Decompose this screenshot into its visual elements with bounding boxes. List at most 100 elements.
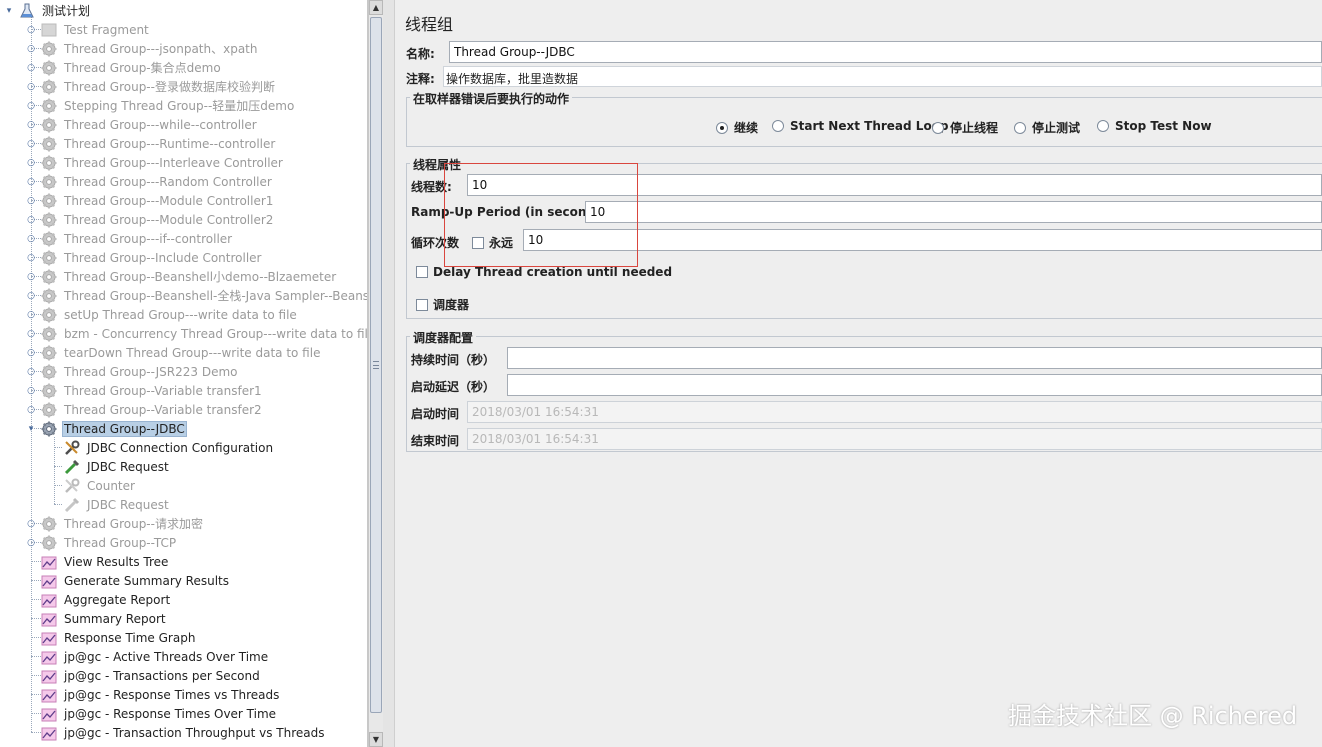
- expand-handle-icon[interactable]: ○: [26, 215, 36, 225]
- threads-input[interactable]: [467, 174, 1322, 196]
- flask-icon: [18, 2, 36, 20]
- comment-text[interactable]: 操作数据库，批里造数据: [446, 70, 578, 87]
- expand-handle-icon[interactable]: ○: [26, 139, 36, 149]
- collapse-handle-icon[interactable]: ▾: [26, 424, 36, 434]
- tree-node[interactable]: JDBC Request: [49, 495, 171, 514]
- expand-handle-icon[interactable]: ○: [26, 348, 36, 358]
- tree-node[interactable]: jp@gc - Transaction Throughput vs Thread…: [26, 723, 326, 742]
- tree-node[interactable]: ○ Thread Group---Random Controller: [26, 172, 274, 191]
- expand-handle-icon[interactable]: ○: [26, 386, 36, 396]
- expand-handle-icon[interactable]: ○: [26, 82, 36, 92]
- expand-handle-icon[interactable]: ○: [26, 329, 36, 339]
- expand-handle-icon[interactable]: ○: [26, 25, 36, 35]
- tree-node-label: Summary Report: [64, 611, 166, 626]
- tree-node[interactable]: ○ Thread Group--登录做数据库校验判断: [26, 77, 277, 96]
- tree-node[interactable]: ○ Thread Group--Beanshell-全栈-Java Sampler…: [26, 286, 367, 305]
- scheduler-checkbox[interactable]: 调度器: [416, 296, 469, 313]
- tree-node[interactable]: ○ Thread Group--Variable transfer2: [26, 400, 264, 419]
- expand-handle-icon[interactable]: ○: [26, 177, 36, 187]
- tree-node[interactable]: ○ Thread Group--请求加密: [26, 514, 205, 533]
- scroll-up-icon[interactable]: ▲: [369, 0, 383, 15]
- name-label: 名称:: [406, 47, 435, 61]
- expand-handle-icon[interactable]: ○: [26, 63, 36, 73]
- expand-handle-icon[interactable]: ○: [26, 44, 36, 54]
- tree-node[interactable]: jp@gc - Response Times vs Threads: [26, 685, 281, 704]
- startup-delay-input[interactable]: [507, 374, 1322, 396]
- tree-node-label: Response Time Graph: [64, 630, 196, 645]
- radio-continue[interactable]: 继续: [716, 119, 758, 136]
- expand-handle-icon[interactable]: ○: [26, 253, 36, 263]
- expand-handle-icon[interactable]: ○: [26, 158, 36, 168]
- expand-handle-icon[interactable]: ○: [26, 538, 36, 548]
- expand-handle-icon[interactable]: ○: [26, 310, 36, 320]
- tree-node[interactable]: jp@gc - Active Threads Over Time: [26, 647, 270, 666]
- tree-root[interactable]: ▾ 测试计划: [4, 1, 92, 20]
- loop-count-input[interactable]: [523, 229, 1322, 251]
- forever-checkbox[interactable]: 永远: [472, 234, 513, 251]
- expand-handle-icon[interactable]: ○: [26, 196, 36, 206]
- tree-node[interactable]: JDBC Connection Configuration: [49, 438, 275, 457]
- expand-handle-icon[interactable]: ○: [26, 405, 36, 415]
- tree-node[interactable]: ○ Thread Group--TCP: [26, 533, 178, 552]
- tree-node[interactable]: jp@gc - Transactions per Second: [26, 666, 262, 685]
- gear-icon: [40, 344, 58, 362]
- radio-dot-icon: [1097, 120, 1109, 132]
- tree-node[interactable]: Response Time Graph: [26, 628, 197, 647]
- tree-node[interactable]: ○ Thread Group-集合点demo: [26, 58, 223, 77]
- tree-node[interactable]: ○ Thread Group---Runtime--controller: [26, 134, 277, 153]
- collapse-handle-icon[interactable]: ▾: [4, 6, 14, 16]
- name-input[interactable]: [449, 41, 1322, 63]
- end-time-input[interactable]: [467, 428, 1322, 450]
- tree-node[interactable]: ○ tearDown Thread Group---write data to f…: [26, 343, 322, 362]
- test-plan-tree[interactable]: ▾ 测试计划 ○ Test Fragment ○ Thread Group---jso…: [0, 0, 368, 747]
- tree-node[interactable]: ○ Thread Group---Module Controller2: [26, 210, 275, 229]
- tree-node[interactable]: jp@gc - Response Times Over Time: [26, 704, 278, 723]
- tree-node[interactable]: ○ Thread Group--Include Controller: [26, 248, 264, 267]
- tree-node[interactable]: ○ Thread Group---Module Controller1: [26, 191, 275, 210]
- expand-handle-icon[interactable]: ○: [26, 519, 36, 529]
- radio-stop-test[interactable]: 停止测试: [1014, 119, 1080, 136]
- start-time-input[interactable]: [467, 401, 1322, 423]
- tree-node[interactable]: ○ Thread Group---if--controller: [26, 229, 234, 248]
- tree-node[interactable]: ○ Thread Group---jsonpath、xpath: [26, 39, 260, 58]
- graph-icon: [40, 667, 58, 685]
- tree-node[interactable]: ○ setUp Thread Group---write data to file: [26, 305, 299, 324]
- expand-handle-icon[interactable]: ○: [26, 272, 36, 282]
- delay-thread-checkbox[interactable]: Delay Thread creation until needed: [416, 265, 672, 279]
- tree-node[interactable]: ○ Thread Group--Beanshell小demo--Blzaemete…: [26, 267, 338, 286]
- radio-stop-test-now[interactable]: Stop Test Now: [1097, 119, 1212, 133]
- expand-handle-icon[interactable]: ○: [26, 120, 36, 130]
- tree-node[interactable]: Summary Report: [26, 609, 168, 628]
- tree-node[interactable]: View Results Tree: [26, 552, 170, 571]
- expand-handle-icon[interactable]: ○: [26, 367, 36, 377]
- tree-node-label: Thread Group---Module Controller2: [64, 212, 274, 227]
- tree-node[interactable]: Aggregate Report: [26, 590, 172, 609]
- graph-icon: [40, 591, 58, 609]
- duration-input[interactable]: [507, 347, 1322, 369]
- tree-node[interactable]: ○ Thread Group---Interleave Controller: [26, 153, 285, 172]
- radio-start-next-loop[interactable]: Start Next Thread Loop: [772, 119, 949, 133]
- radio-dot-icon: [1014, 121, 1026, 134]
- scroll-down-icon[interactable]: ▼: [369, 732, 383, 747]
- tree-node[interactable]: Counter: [49, 476, 137, 495]
- tree-node[interactable]: ○ Thread Group--JSR223 Demo: [26, 362, 240, 381]
- tree-scrollbar[interactable]: ▲ ▼: [368, 0, 383, 747]
- panel-splitter[interactable]: [383, 0, 395, 747]
- gear-icon: [40, 401, 58, 419]
- radio-stop-thread[interactable]: 停止线程: [932, 119, 998, 136]
- tree-node[interactable]: ○ Test Fragment: [26, 20, 151, 39]
- expand-handle-icon[interactable]: ○: [26, 291, 36, 301]
- tree-node-label: Thread Group---jsonpath、xpath: [64, 42, 258, 56]
- rampup-input[interactable]: [585, 201, 1322, 223]
- expand-handle-icon[interactable]: ○: [26, 234, 36, 244]
- tree-node[interactable]: ○ Stepping Thread Group--轻量加压demo: [26, 96, 296, 115]
- scroll-thumb[interactable]: [370, 17, 382, 713]
- tree-node[interactable]: JDBC Request: [49, 457, 171, 476]
- tree-node[interactable]: ○ Thread Group---while--controller: [26, 115, 259, 134]
- tree-node-label: Stepping Thread Group--轻量加压demo: [64, 99, 295, 113]
- tree-node[interactable]: ○ bzm - Concurrency Thread Group---write …: [26, 324, 367, 343]
- tree-node[interactable]: ▾ Thread Group--JDBC: [26, 419, 187, 438]
- expand-handle-icon[interactable]: ○: [26, 101, 36, 111]
- tree-node[interactable]: ○ Thread Group--Variable transfer1: [26, 381, 264, 400]
- tree-node[interactable]: Generate Summary Results: [26, 571, 231, 590]
